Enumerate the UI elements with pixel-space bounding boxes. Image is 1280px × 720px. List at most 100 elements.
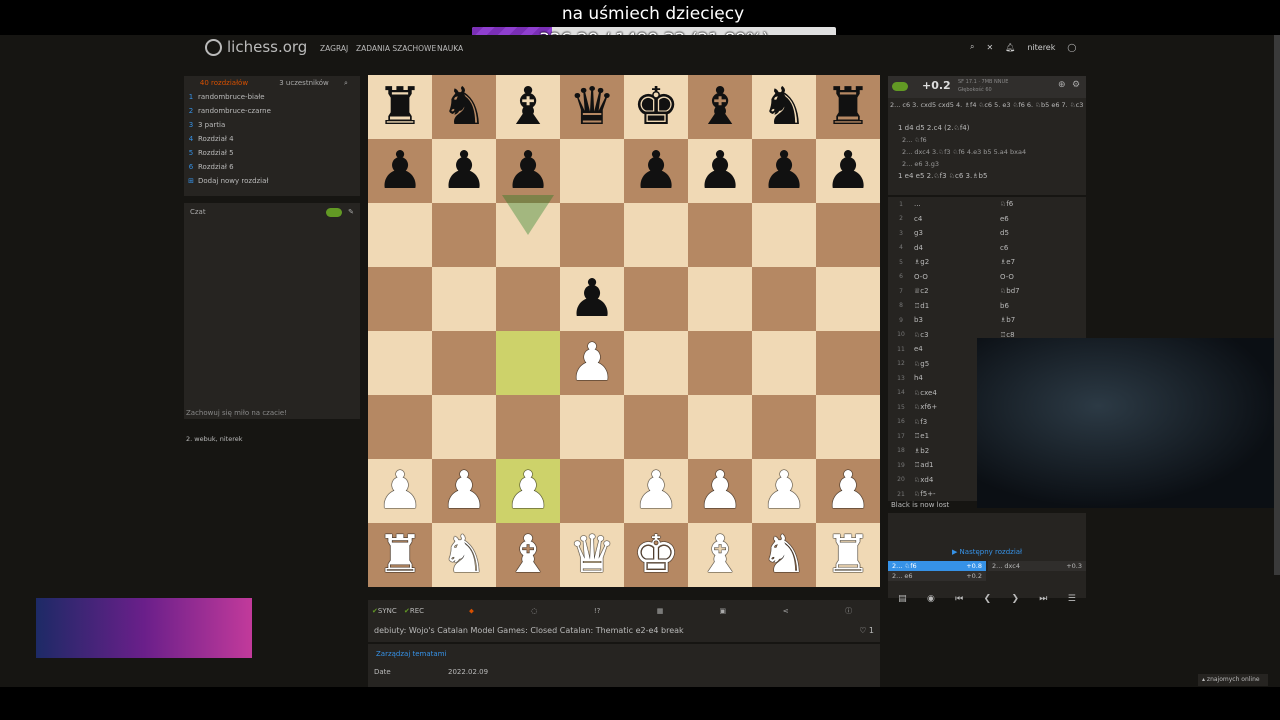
next-move-icon[interactable]: ❯ [1011, 594, 1019, 604]
square-h5[interactable] [816, 267, 880, 331]
chapter-item[interactable]: 4 Rozdział 4 [184, 132, 360, 146]
pv-line[interactable]: 2... c6 3. cxd5 cxd5 4. ♗f4 ♘c6 5. e3 ♘f… [888, 98, 1086, 112]
white-piece[interactable]: ♜ [377, 529, 424, 581]
chat-input[interactable]: Zachowuj się miło na czacie! [186, 409, 287, 417]
square-g4[interactable] [752, 331, 816, 395]
close-icon[interactable]: ✕ [986, 43, 993, 52]
square-e1[interactable]: ♚ [624, 523, 688, 587]
grid-icon[interactable]: ▣ [691, 607, 754, 615]
square-a1[interactable]: ♜ [368, 523, 432, 587]
search-icon[interactable]: ⌕ [344, 79, 360, 88]
black-move[interactable]: d5 [1000, 229, 1086, 237]
white-move[interactable]: O-O [914, 273, 1000, 281]
black-piece[interactable]: ♟ [441, 145, 488, 197]
chapter-item[interactable]: 5 Rozdział 5 [184, 146, 360, 160]
chapter-item[interactable]: 2 randombruce-czarne [184, 104, 360, 118]
black-piece[interactable]: ♝ [505, 81, 552, 133]
square-e7[interactable]: ♟ [624, 139, 688, 203]
square-e5[interactable] [624, 267, 688, 331]
square-a4[interactable] [368, 331, 432, 395]
square-h4[interactable] [816, 331, 880, 395]
square-e4[interactable] [624, 331, 688, 395]
square-b2[interactable]: ♟ [432, 459, 496, 523]
square-c2[interactable]: ♟ [496, 459, 560, 523]
black-piece[interactable]: ♞ [761, 81, 808, 133]
square-e8[interactable]: ♚ [624, 75, 688, 139]
black-move[interactable]: ♘bd7 [1000, 287, 1086, 295]
square-d2[interactable] [560, 459, 624, 523]
info-icon[interactable]: ⓘ [817, 606, 880, 616]
black-piece[interactable]: ♝ [697, 81, 744, 133]
chapter-item[interactable]: 6 Rozdział 6 [184, 160, 360, 174]
square-a5[interactable] [368, 267, 432, 331]
square-h8[interactable]: ♜ [816, 75, 880, 139]
black-move[interactable]: ♗b7 [1000, 316, 1086, 324]
square-a6[interactable] [368, 203, 432, 267]
square-h1[interactable]: ♜ [816, 523, 880, 587]
square-b5[interactable] [432, 267, 496, 331]
tab-chapters[interactable]: 40 rozdziałów [184, 79, 264, 87]
manage-tags-link[interactable]: Zarządzaj tematami [368, 644, 880, 664]
next-chapter-button[interactable]: ▶ Następny rozdział [888, 548, 1086, 556]
white-piece[interactable]: ♝ [697, 529, 744, 581]
analysis-line-3[interactable]: 2... dxc4 3.♘f3 ♘f6 4.e3 b5 5.a4 bxa4 [888, 144, 1086, 156]
square-d4[interactable]: ♟ [560, 331, 624, 395]
last-move-icon[interactable]: ⏭ [1039, 594, 1047, 604]
black-piece[interactable]: ♚ [633, 81, 680, 133]
square-g8[interactable]: ♞ [752, 75, 816, 139]
analysis-line-5[interactable]: 1 e4 e5 2.♘f3 ♘c6 3.♗b5 [888, 168, 1086, 180]
black-piece[interactable]: ♟ [761, 145, 808, 197]
white-piece[interactable]: ♟ [377, 465, 424, 517]
square-h6[interactable] [816, 203, 880, 267]
black-move[interactable]: e6 [1000, 215, 1086, 223]
page-scrollbar[interactable] [1274, 35, 1280, 575]
square-e3[interactable] [624, 395, 688, 459]
square-c8[interactable]: ♝ [496, 75, 560, 139]
square-d5[interactable]: ♟ [560, 267, 624, 331]
black-move[interactable]: c6 [1000, 244, 1086, 252]
square-f1[interactable]: ♝ [688, 523, 752, 587]
square-f3[interactable] [688, 395, 752, 459]
square-d8[interactable]: ♛ [560, 75, 624, 139]
first-move-icon[interactable]: ⏮ [955, 594, 963, 604]
black-piece[interactable]: ♟ [377, 145, 424, 197]
square-f5[interactable] [688, 267, 752, 331]
white-move[interactable]: ♖d1 [914, 302, 1000, 310]
square-f4[interactable] [688, 331, 752, 395]
white-piece[interactable]: ♞ [761, 529, 808, 581]
white-piece[interactable]: ♞ [441, 529, 488, 581]
square-h3[interactable] [816, 395, 880, 459]
variation-1[interactable]: 2... ♘f6 +0.8 [888, 561, 986, 571]
square-b7[interactable]: ♟ [432, 139, 496, 203]
white-move[interactable]: d4 [914, 244, 1000, 252]
square-b1[interactable]: ♞ [432, 523, 496, 587]
glyph-icon[interactable]: !? [566, 607, 629, 615]
square-a7[interactable]: ♟ [368, 139, 432, 203]
square-c4[interactable] [496, 331, 560, 395]
square-d1[interactable]: ♛ [560, 523, 624, 587]
black-move[interactable]: O-O [1000, 273, 1086, 281]
nav-puzzles[interactable]: ZADANIA SZACHOWE [356, 44, 436, 53]
white-piece[interactable]: ♜ [825, 529, 872, 581]
white-move[interactable]: b3 [914, 316, 1000, 324]
add-chapter-button[interactable]: ⊞ Dodaj nowy rozdział [184, 174, 360, 188]
white-piece[interactable]: ♝ [505, 529, 552, 581]
black-piece[interactable]: ♜ [825, 81, 872, 133]
white-piece[interactable]: ♟ [505, 465, 552, 517]
square-d3[interactable] [560, 395, 624, 459]
chat-toggle[interactable] [326, 208, 343, 217]
white-move[interactable]: ♕c2 [914, 287, 1000, 295]
white-move[interactable]: ♗g2 [914, 258, 1000, 266]
menu-icon[interactable]: ☰ [1068, 594, 1076, 604]
square-h2[interactable]: ♟ [816, 459, 880, 523]
engine-toggle[interactable] [892, 82, 908, 91]
white-move[interactable]: ... [914, 200, 1000, 208]
square-e2[interactable]: ♟ [624, 459, 688, 523]
black-piece[interactable]: ♟ [505, 145, 552, 197]
target-icon[interactable]: ⊕ [1058, 80, 1066, 90]
chart-icon[interactable]: ▦ [629, 607, 692, 615]
square-c7[interactable]: ♟ [496, 139, 560, 203]
white-piece[interactable]: ♛ [569, 529, 616, 581]
square-g7[interactable]: ♟ [752, 139, 816, 203]
pencil-icon[interactable]: ✎ [348, 208, 354, 217]
